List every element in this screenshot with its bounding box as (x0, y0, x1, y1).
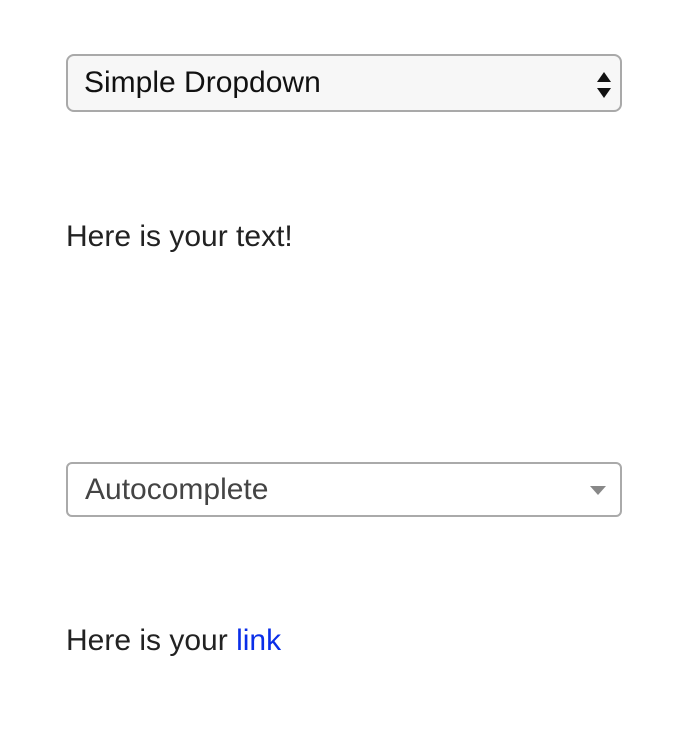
caret-down-icon (590, 486, 606, 495)
autocomplete-select[interactable]: Autocomplete (66, 462, 622, 517)
simple-dropdown[interactable]: Simple Dropdown (66, 54, 622, 112)
text-link[interactable]: link (236, 624, 281, 657)
body-text: Here is your text! (66, 220, 293, 253)
simple-dropdown-value: Simple Dropdown (84, 66, 321, 99)
page: Simple Dropdown Here is your text! Autoc… (0, 0, 674, 732)
up-down-stepper-icon (597, 72, 611, 98)
link-line: Here is your link (66, 623, 281, 659)
autocomplete-value: Autocomplete (85, 472, 269, 506)
link-line-prefix: Here is your (66, 624, 237, 657)
